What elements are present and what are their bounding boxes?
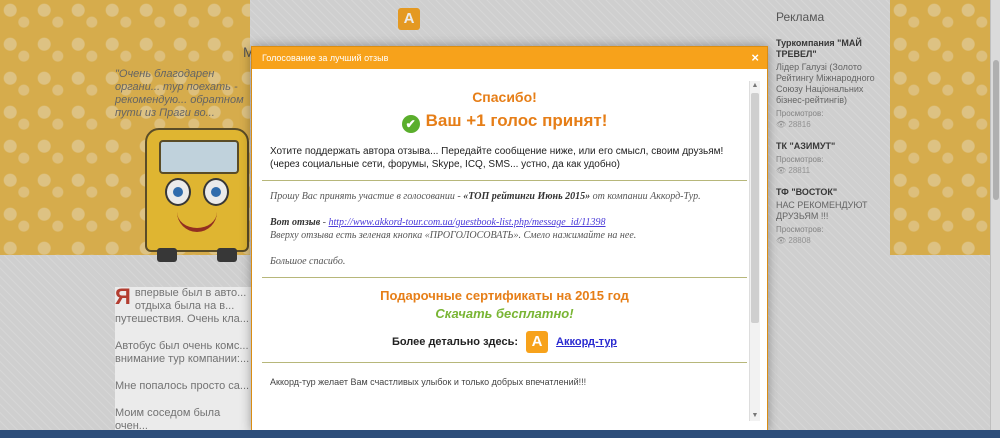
scroll-up-icon[interactable]: ▲ xyxy=(751,81,759,91)
scroll-down-icon[interactable]: ▼ xyxy=(751,411,759,421)
message-link-line: Вот отзыв - http://www.akkord-tour.com.u… xyxy=(270,217,606,228)
divider xyxy=(262,362,747,363)
modal-header: Голосование за лучший отзыв × xyxy=(252,47,767,69)
message-invite: Прошу Вас принять участие в голосовании … xyxy=(270,191,701,202)
akkord-tour-link[interactable]: Аккорд-тур xyxy=(556,336,617,348)
os-taskbar[interactable] xyxy=(0,430,1000,438)
modal-scrollbar[interactable]: ▲ ▼ xyxy=(749,81,760,421)
scroll-thumb[interactable] xyxy=(751,93,759,323)
share-channels-note: (через социальные сети, форумы, Skype, I… xyxy=(270,159,620,170)
modal-body: Спасибо! ✔ Ваш +1 голос принят! Хотите по… xyxy=(262,81,747,431)
vote-modal: Голосование за лучший отзыв × Спасибо! ✔… xyxy=(251,46,768,432)
thanks-heading: Спасибо! xyxy=(472,89,537,105)
gift-certificates-title: Подарочные сертификаты на 2015 год xyxy=(380,288,629,303)
message-thanks: Большое спасибо. xyxy=(270,256,346,267)
message-hint: Вверху отзыва есть зеленая кнопка «ПРОГО… xyxy=(270,230,637,241)
akkord-logo-icon[interactable]: A xyxy=(526,331,549,353)
vote-accepted-heading: ✔ Ваш +1 голос принят! xyxy=(262,111,747,133)
share-message: Прошу Вас принять участие в голосовании … xyxy=(262,190,747,268)
modal-title: Голосование за лучший отзыв xyxy=(262,53,389,63)
divider xyxy=(262,180,747,181)
review-link[interactable]: http://www.akkord-tour.com.ua/guestbook-… xyxy=(329,217,606,228)
divider xyxy=(262,277,747,278)
more-info-line: Более детально здесь: A Аккорд-тур xyxy=(262,331,747,353)
checkmark-icon: ✔ xyxy=(401,115,420,133)
modal-footer-text: Аккорд-тур желает Вам счастливых улыбок … xyxy=(270,377,587,387)
close-icon[interactable]: × xyxy=(751,47,759,69)
download-free-link[interactable]: Скачать бесплатно! xyxy=(262,306,747,321)
share-intro: Хотите поддержать автора отзыва... Перед… xyxy=(262,145,747,171)
